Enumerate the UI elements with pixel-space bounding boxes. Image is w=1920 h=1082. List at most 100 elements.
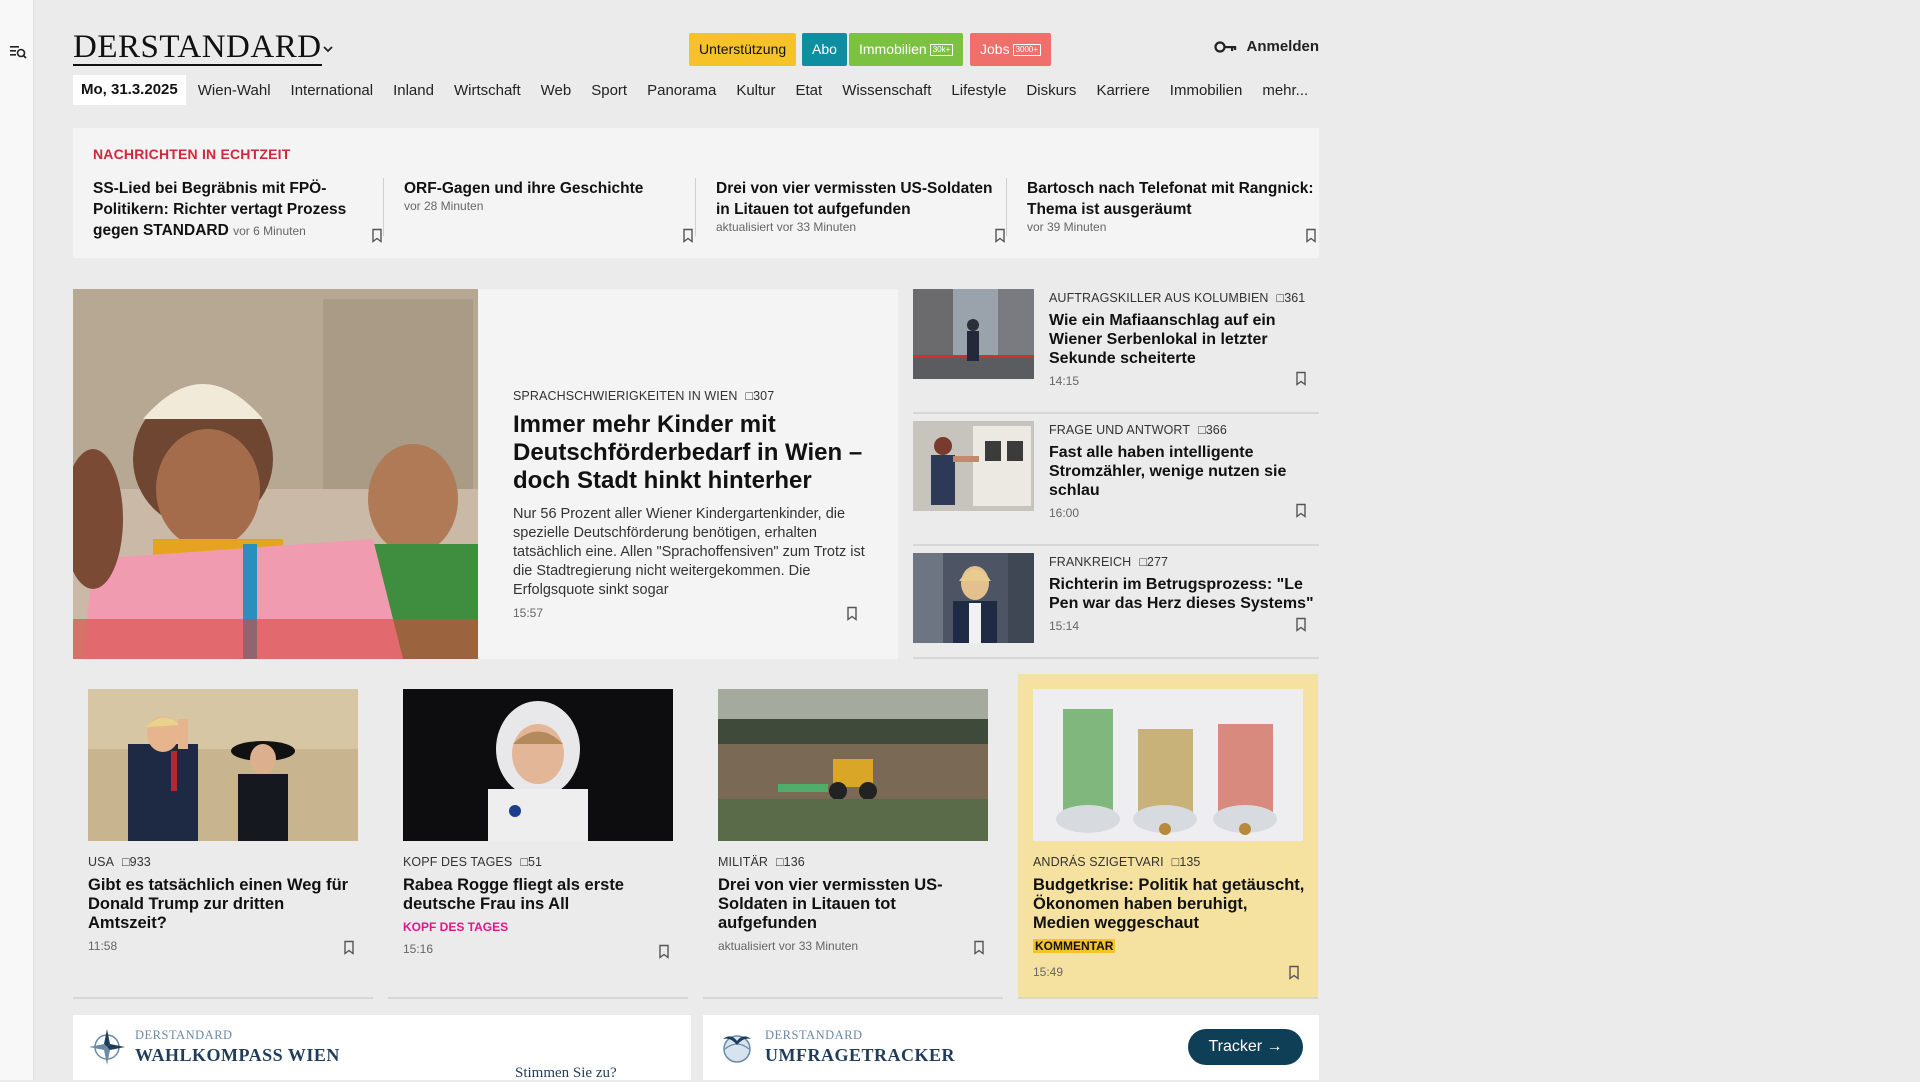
nav-item-international[interactable]: International <box>291 82 374 99</box>
nav-item-sport[interactable]: Sport <box>591 82 627 99</box>
story-card-title[interactable]: Drei von vier vermissten US-Soldaten in … <box>718 876 993 933</box>
wahlkompass-widget[interactable]: DERSTANDARD WAHLKOMPASS WIEN Stimmen Sie… <box>73 1015 691 1082</box>
story-card[interactable]: KOPF DES TAGES □51 Rabea Rogge fliegt als… <box>388 674 688 999</box>
story-card-image[interactable] <box>718 689 988 841</box>
side-story-image[interactable] <box>913 421 1034 511</box>
lead-story-image[interactable] <box>73 289 478 659</box>
opinion-card[interactable]: ANDRÁS SZIGETVARI □135 Budgetkrise: Polit… <box>1018 674 1318 999</box>
bookmark-icon[interactable] <box>682 228 694 243</box>
ticker-item[interactable]: Bartosch nach Telefonat mit Rangnick: Th… <box>1027 178 1317 244</box>
login-button[interactable]: Anmelden <box>1214 38 1319 55</box>
bookmark-icon[interactable] <box>1295 617 1307 632</box>
comment-count[interactable]: □361 <box>1277 291 1306 305</box>
tracker-button[interactable]: Tracker → <box>1188 1029 1303 1065</box>
side-story-image[interactable] <box>913 289 1034 379</box>
nav-item-wirtschaft[interactable]: Wirtschaft <box>454 82 521 99</box>
story-kicker: KOPF DES TAGES □51 <box>403 855 543 869</box>
nav-item-more[interactable]: mehr... <box>1262 82 1308 99</box>
bookmark-icon[interactable] <box>973 940 985 955</box>
umfragetracker-widget[interactable]: DERSTANDARD UMFRAGETRACKER Tracker → <box>703 1015 1319 1080</box>
ticker-item[interactable]: SS-Lied bei Begräbnis mit FPÖ-Politikern… <box>93 178 383 244</box>
widget-title: UMFRAGETRACKER <box>765 1045 955 1065</box>
globe-bird-icon <box>723 1035 751 1063</box>
ticker-item[interactable]: ORF-Gagen und ihre Geschichte vor 28 Min… <box>404 178 694 244</box>
children-reading-image <box>73 289 478 659</box>
bookmark-icon[interactable] <box>1295 371 1307 386</box>
widget-title: WAHLKOMPASS WIEN <box>135 1045 340 1065</box>
nav-item-etat[interactable]: Etat <box>796 82 823 99</box>
story-card[interactable]: MILITÄR □136 Drei von vier vermissten US-… <box>703 674 1003 999</box>
lead-story[interactable]: SPRACHSCHWIERIGKEITEN IN WIEN □307 Immer … <box>73 289 898 659</box>
current-date: Mo, 31.3.2025 <box>73 75 186 105</box>
nav-item-karriere[interactable]: Karriere <box>1096 82 1149 99</box>
story-kicker: MILITÄR □136 <box>718 855 805 869</box>
story-card[interactable]: USA □933 Gibt es tatsächlich einen Weg fü… <box>73 674 373 999</box>
ticker-title: Bartosch nach Telefonat mit Rangnick: Th… <box>1027 180 1314 218</box>
story-card-image[interactable] <box>403 689 673 841</box>
nav-item-web[interactable]: Web <box>541 82 572 99</box>
ticker-title: SS-Lied bei Begräbnis mit FPÖ-Politikern… <box>93 180 347 239</box>
lead-story-title[interactable]: Immer mehr Kinder mit Deutschförderbedar… <box>513 411 873 495</box>
comment-count[interactable]: □366 <box>1198 423 1227 437</box>
bookmark-icon[interactable] <box>1305 228 1317 243</box>
story-card-title[interactable]: Gibt es tatsächlich einen Weg für Donald… <box>88 876 363 933</box>
bookmark-icon[interactable] <box>371 228 383 243</box>
divider <box>383 178 384 236</box>
nav-item-immobilien[interactable]: Immobilien <box>1170 82 1243 99</box>
menu-search-icon[interactable] <box>8 42 28 62</box>
story-card-title[interactable]: Budgetkrise: Politik hat getäuscht, Ökon… <box>1033 876 1308 933</box>
story-kicker: FRANKREICH □277 <box>1049 555 1169 569</box>
ticker-item[interactable]: Drei von vier vermissten US-Soldaten in … <box>716 178 1006 244</box>
ticker-heading: NACHRICHTEN IN ECHTZEIT <box>93 146 291 162</box>
bookmark-icon[interactable] <box>846 606 858 621</box>
comment-count[interactable]: □135 <box>1172 855 1201 869</box>
jobs-button[interactable]: Jobs 3000+ <box>970 33 1052 66</box>
side-story-title[interactable]: Richterin im Betrugsprozess: "Le Pen war… <box>1049 575 1317 613</box>
wahlkompass-cta[interactable]: Stimmen Sie zu? <box>515 1065 617 1082</box>
nav-item-wien-wahl[interactable]: Wien-Wahl <box>198 82 271 99</box>
bookmark-icon[interactable] <box>343 940 355 955</box>
side-story-image[interactable] <box>913 553 1034 643</box>
comment-count[interactable]: □933 <box>122 855 151 869</box>
side-story[interactable]: AUFTRAGSKILLER AUS KOLUMBIEN □361 Wie ein… <box>913 289 1319 414</box>
side-story-title[interactable]: Wie ein Mafiaanschlag auf ein Wiener Ser… <box>1049 311 1317 368</box>
arrow-right-icon: → <box>1266 1038 1283 1055</box>
bookmark-icon[interactable] <box>1295 503 1307 518</box>
kommentar-badge: KOMMENTAR <box>1033 939 1116 953</box>
side-story-title[interactable]: Fast alle haben intelligente Stromzähler… <box>1049 443 1317 500</box>
bookmark-icon[interactable] <box>994 228 1006 243</box>
nav-item-inland[interactable]: Inland <box>393 82 434 99</box>
live-ticker: NACHRICHTEN IN ECHTZEIT SS-Lied bei Begr… <box>73 128 1319 258</box>
story-kicker: SPRACHSCHWIERIGKEITEN IN WIEN □307 <box>513 389 775 403</box>
ticker-meta: aktualisiert vor 33 Minuten <box>716 220 857 234</box>
comment-count[interactable]: □136 <box>776 855 805 869</box>
comment-count[interactable]: □277 <box>1139 555 1168 569</box>
nav-item-lifestyle[interactable]: Lifestyle <box>951 82 1006 99</box>
nav-item-diskurs[interactable]: Diskurs <box>1026 82 1076 99</box>
widget-brand: DERSTANDARD <box>135 1028 233 1042</box>
street-scene-image <box>913 289 1034 379</box>
chevron-down-icon[interactable] <box>321 44 335 54</box>
immobilien-button[interactable]: Immobilien 30k+ <box>849 33 964 66</box>
nav-item-wissenschaft[interactable]: Wissenschaft <box>842 82 931 99</box>
widget-brand: DERSTANDARD <box>765 1028 863 1042</box>
site-logo[interactable]: DERSTANDARD <box>73 30 322 66</box>
story-card-image[interactable] <box>88 689 358 841</box>
ticker-meta: vor 39 Minuten <box>1027 220 1107 234</box>
story-card-title[interactable]: Rabea Rogge fliegt als erste deutsche Fr… <box>403 876 678 914</box>
story-kicker: USA □933 <box>88 855 151 869</box>
side-story[interactable]: FRANKREICH □277 Richterin im Betrugsproze… <box>913 553 1319 659</box>
support-button[interactable]: Unterstützung <box>689 33 797 66</box>
nav-item-panorama[interactable]: Panorama <box>647 82 716 99</box>
comment-count[interactable]: □307 <box>745 389 774 403</box>
bookmark-icon[interactable] <box>658 944 670 959</box>
story-card-image[interactable] <box>1033 689 1303 841</box>
abo-button[interactable]: Abo <box>802 33 847 66</box>
comment-count[interactable]: □51 <box>520 855 542 869</box>
side-story[interactable]: FRAGE UND ANTWORT □366 Fast alle haben in… <box>913 421 1319 546</box>
bookmark-icon[interactable] <box>1288 965 1300 980</box>
divider <box>695 178 696 236</box>
nav-item-kultur[interactable]: Kultur <box>736 82 775 99</box>
ticker-title: ORF-Gagen und ihre Geschichte <box>404 180 644 197</box>
story-time: 15:16 <box>403 942 434 956</box>
